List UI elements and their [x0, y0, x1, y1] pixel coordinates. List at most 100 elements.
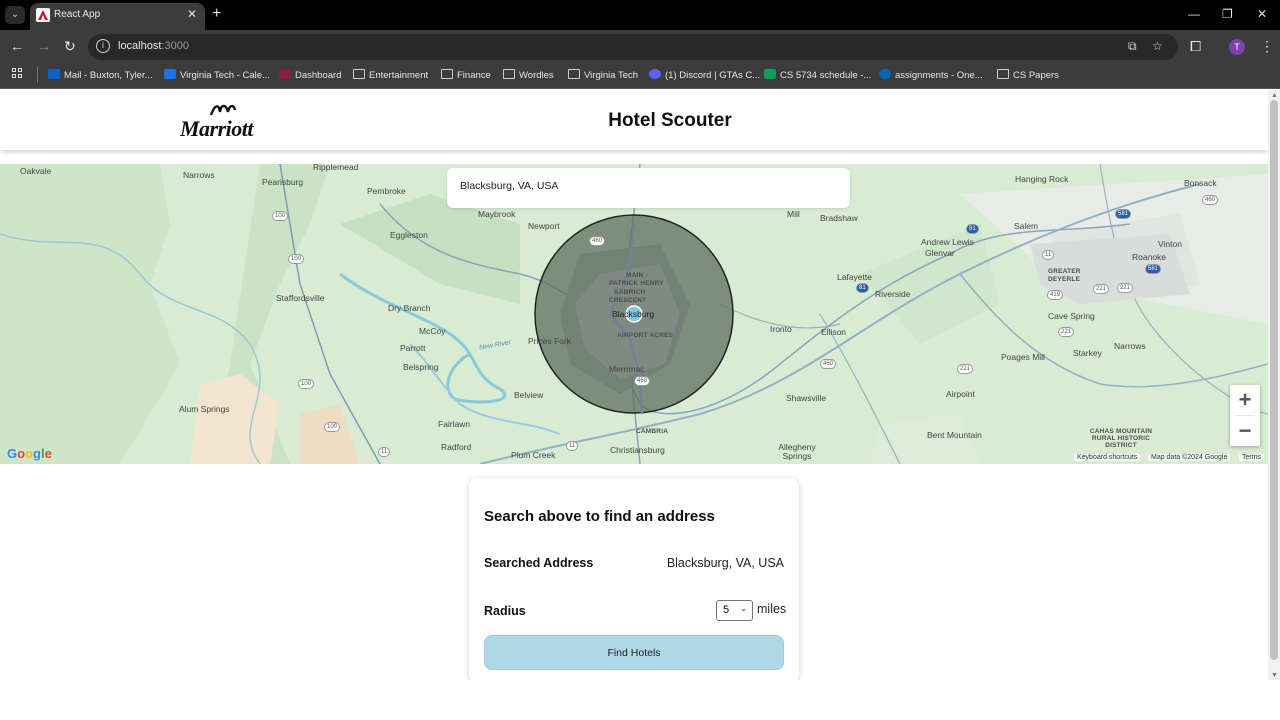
tab-search-button[interactable]: ⌄: [5, 6, 25, 24]
apps-grid-icon[interactable]: [12, 68, 24, 80]
interstate-shield: 81: [856, 283, 869, 293]
map-label: GREATER DEYERLE: [1048, 268, 1081, 283]
site-info-icon[interactable]: i: [96, 39, 110, 53]
bookmark-folder-entertainment[interactable]: Entertainment: [353, 69, 428, 81]
route-shield: 419: [1047, 290, 1064, 300]
radius-label: Radius: [484, 604, 526, 618]
bookmark-folder-wordles[interactable]: Wordles: [503, 69, 554, 81]
map-label: CAHAS MOUNTAIN RURAL HISTORIC DISTRICT: [1089, 428, 1153, 449]
bookmark-assignments[interactable]: assignments - One...: [879, 69, 983, 81]
app-header: Marriott Hotel Scouter: [0, 90, 1268, 150]
favicon-icon: [36, 8, 50, 22]
bookmark-folder-virginia-tech[interactable]: Virginia Tech: [568, 69, 638, 81]
map-label: PATRICK HENRY: [609, 280, 664, 287]
route-shield: 100: [298, 379, 315, 389]
bookmark-folder-finance[interactable]: Finance: [441, 69, 491, 81]
map-label: Christiansburg: [610, 445, 665, 455]
back-icon[interactable]: ←: [10, 38, 24, 54]
route-shield: 100: [288, 254, 305, 264]
zoom-out-button[interactable]: −: [1230, 416, 1260, 446]
map-label: Riverside: [875, 289, 911, 299]
bookmark-star-icon[interactable]: ☆: [1152, 39, 1163, 53]
route-shield: 460: [1202, 195, 1219, 205]
browser-tab[interactable]: React App ✕: [30, 3, 205, 30]
bookmark-cs5734-schedule[interactable]: CS 5734 schedule -...: [764, 69, 871, 81]
map-label: Bent Mountain: [927, 430, 982, 440]
map-label: Pearisburg: [262, 177, 304, 187]
address-bar[interactable]: i localhost:3000 ⧉ ☆: [88, 34, 1178, 60]
address-search-input[interactable]: [460, 180, 830, 192]
keyboard-shortcuts-link[interactable]: Keyboard shortcuts: [1074, 454, 1141, 461]
route-shield: 221: [1093, 284, 1110, 294]
map-label: Fairlawn: [438, 419, 471, 429]
terms-link[interactable]: Terms: [1239, 454, 1265, 461]
map-label: Mill: [787, 209, 800, 219]
map-label: Glenvar: [925, 248, 955, 258]
cast-icon[interactable]: ⧉: [1128, 39, 1137, 54]
extensions-icon[interactable]: ⧠: [1190, 38, 1201, 55]
map-label: Plum Creek: [511, 450, 556, 460]
folder-icon: [353, 69, 365, 79]
map-label: Airpoint: [946, 389, 975, 399]
tab-title: React App: [54, 9, 101, 20]
minimize-icon[interactable]: —: [1188, 7, 1200, 21]
find-hotels-button[interactable]: Find Hotels: [484, 635, 784, 670]
interstate-shield: 581: [1115, 209, 1132, 219]
page-scrollbar[interactable]: ▲ ▼: [1268, 90, 1280, 680]
vt-logo-icon: [279, 69, 291, 79]
radius-select-value: 5: [723, 604, 730, 616]
map-label: Allegheny Springs: [778, 442, 816, 461]
map-label: Oakvale: [20, 166, 52, 176]
map-label: Eggleston: [390, 230, 428, 240]
bookmark-folder-cs-papers[interactable]: CS Papers: [997, 69, 1059, 81]
restore-icon[interactable]: ❐: [1222, 7, 1233, 21]
bookmark-vt-calendar[interactable]: Virginia Tech - Cale...: [164, 69, 270, 81]
zoom-in-button[interactable]: +: [1230, 385, 1260, 415]
folder-icon: [568, 69, 580, 79]
map-label: Andrew Lewis: [921, 237, 974, 247]
map-label: Vinton: [1158, 239, 1182, 249]
folder-icon: [441, 69, 453, 79]
chevron-down-icon: ⌄: [740, 604, 747, 613]
map-label: Parrott: [400, 343, 426, 353]
searched-address-value: Blacksburg, VA, USA: [666, 556, 784, 570]
map-label: Belspring: [403, 362, 439, 372]
window-close-icon[interactable]: ✕: [1257, 7, 1267, 21]
bookmark-mail[interactable]: Mail - Buxton, Tyler...: [48, 69, 153, 81]
map-label: Staffordsville: [276, 293, 325, 303]
map-label: Prices Fork: [528, 336, 571, 346]
map-label: CRESCENT: [609, 297, 647, 304]
route-shield: 460: [634, 376, 651, 386]
map-label: Bonsack: [1184, 178, 1217, 188]
bookmark-dashboard[interactable]: Dashboard: [279, 69, 341, 81]
map[interactable]: Oakvale Narrows Pearisburg Ripplemead Pe…: [0, 164, 1268, 464]
route-shield: 11: [566, 441, 579, 451]
route-shield: 11: [378, 447, 391, 457]
map-zoom-control: + −: [1230, 385, 1260, 446]
scroll-down-icon[interactable]: ▼: [1271, 672, 1278, 679]
scrollbar-thumb[interactable]: [1270, 100, 1278, 660]
google-logo[interactable]: Google: [7, 446, 52, 461]
sheets-icon: [764, 69, 776, 79]
reload-icon[interactable]: ↻: [64, 38, 76, 55]
map-label: Starkey: [1073, 348, 1102, 358]
menu-icon[interactable]: ⋮: [1260, 38, 1274, 55]
radius-select[interactable]: 5 ⌄: [716, 600, 753, 621]
bookmarks-separator: [37, 67, 38, 83]
address-search-box[interactable]: [447, 168, 850, 208]
discord-icon: [649, 69, 661, 79]
profile-avatar[interactable]: T: [1229, 39, 1245, 55]
url-text[interactable]: localhost:3000: [118, 40, 189, 52]
page-viewport: Marriott Hotel Scouter Oakvale Narrows P…: [0, 90, 1268, 680]
route-shield: 100: [324, 422, 341, 432]
forward-icon[interactable]: →: [37, 38, 51, 54]
map-label: Radford: [441, 442, 472, 452]
browser-tab-bar: ⌄ React App ✕ + — ❐ ✕: [0, 0, 1280, 30]
tab-close-icon[interactable]: ✕: [187, 7, 197, 21]
route-shield: 221: [957, 364, 974, 374]
onedrive-icon: [879, 69, 891, 79]
map-label: Narrows: [183, 170, 215, 180]
bookmark-discord[interactable]: (1) Discord | GTAs C...: [649, 69, 760, 81]
scroll-up-icon[interactable]: ▲: [1271, 92, 1278, 99]
new-tab-icon[interactable]: +: [212, 5, 221, 23]
